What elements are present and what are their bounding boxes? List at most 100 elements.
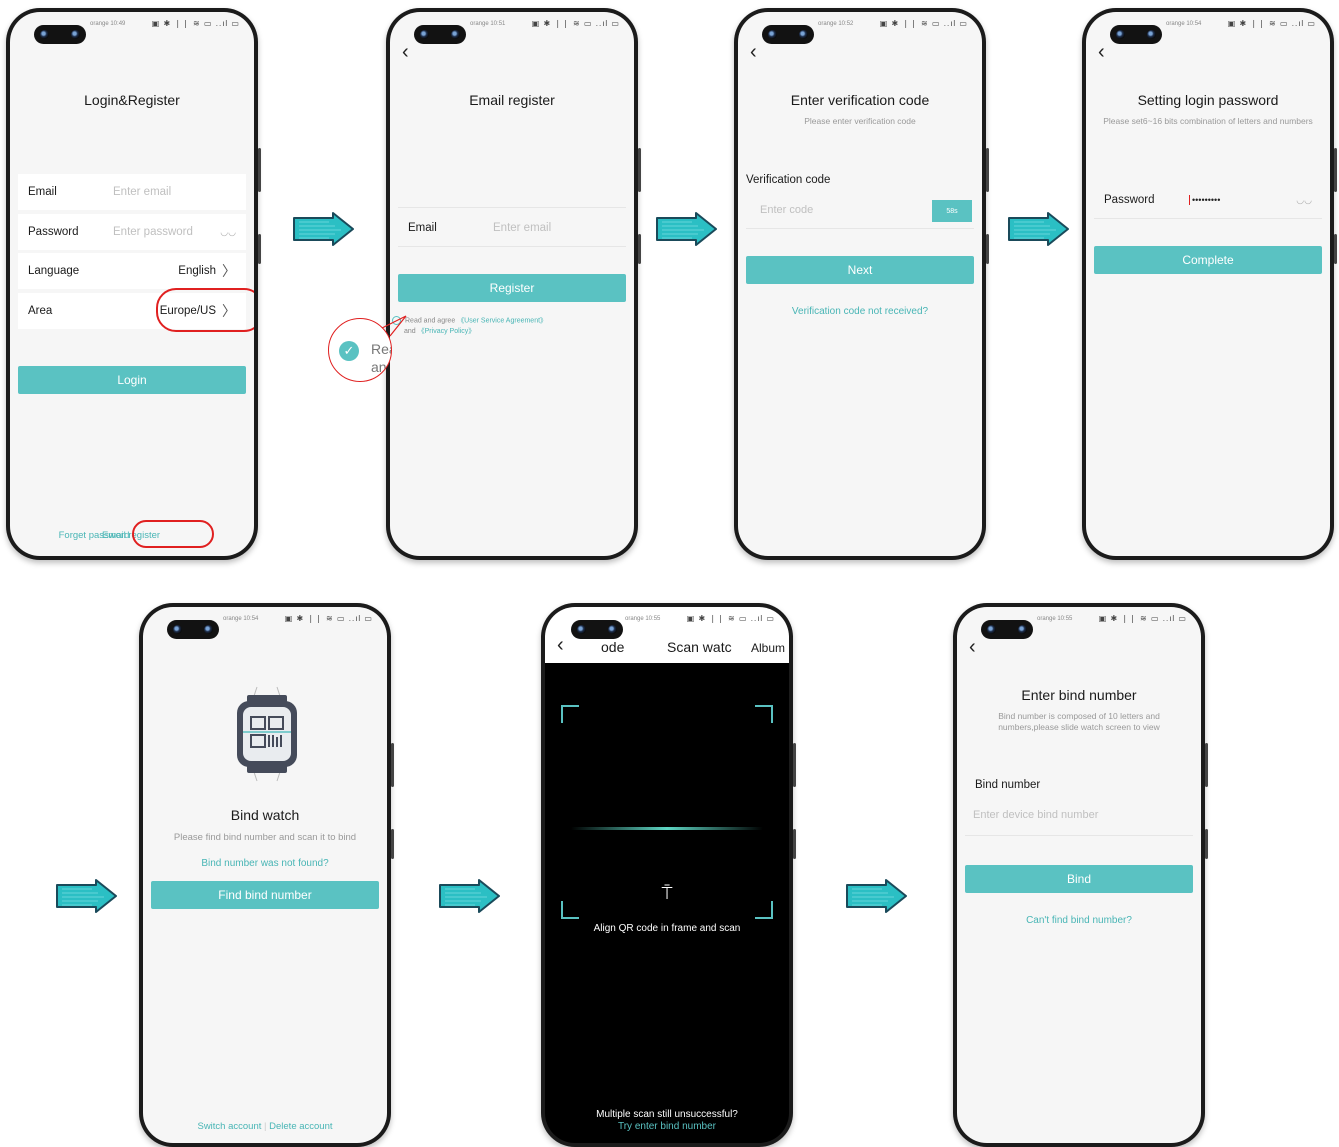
email-label: Email xyxy=(408,222,437,234)
status-carrier: orange 10:54 xyxy=(1166,21,1202,27)
status-icons: ▣ ✱ ❘❘ ≋ ▭ ..ıl ▭ xyxy=(1098,614,1187,623)
flow-arrow-icon xyxy=(1008,212,1069,246)
front-camera xyxy=(167,620,219,639)
watch-qr-icon xyxy=(237,686,297,782)
language-row[interactable]: Language English 〉 xyxy=(18,253,246,289)
frame-corner-top-right xyxy=(755,705,773,723)
login-button[interactable]: Login xyxy=(18,366,246,394)
status-carrier: orange 10:49 xyxy=(90,21,126,27)
scan-line xyxy=(571,827,763,830)
language-label: Language xyxy=(28,265,80,277)
album-button[interactable]: Album xyxy=(751,641,785,655)
status-icons: ▣ ✱ ❘❘ ≋ ▭ ..ıl ▭ xyxy=(531,19,620,28)
account-links: Switch account | Delete account xyxy=(143,1121,387,1132)
status-carrier: orange 10:55 xyxy=(1037,616,1073,622)
zoom-text-line2: an xyxy=(371,359,387,375)
eye-closed-icon[interactable]: ◡◡ xyxy=(220,227,236,238)
next-button[interactable]: Next xyxy=(746,256,974,284)
status-carrier: orange 10:51 xyxy=(470,21,506,27)
scan-unsuccessful-text: Multiple scan still unsuccessful? xyxy=(596,1109,738,1120)
language-value: English xyxy=(178,265,216,277)
email-row[interactable]: Email Enter email xyxy=(398,210,626,246)
eye-closed-icon[interactable]: ◡◡ xyxy=(1296,195,1312,206)
bind-number-not-found-link[interactable]: Bind number was not found? xyxy=(143,858,387,869)
front-camera xyxy=(981,620,1033,639)
back-arrow-icon[interactable]: ‹ xyxy=(1098,42,1105,62)
status-icons: ▣ ✱ ❘❘ ≋ ▭ ..ıl ▭ xyxy=(1227,19,1316,28)
password-label: Password xyxy=(1104,194,1155,206)
status-carrier: orange 10:52 xyxy=(818,21,854,27)
password-input[interactable]: ••••••••• xyxy=(1189,195,1292,205)
bind-button[interactable]: Bind xyxy=(965,865,1193,893)
phone-enter-bind: orange 10:55 ▣ ✱ ❘❘ ≋ ▭ ..ıl ▭ ‹ Enter b… xyxy=(953,603,1208,1147)
email-row[interactable]: Email Enter email xyxy=(18,174,246,210)
bind-number-label: Bind number xyxy=(975,779,1041,791)
front-camera xyxy=(414,25,466,44)
page-subtitle: Please enter verification code xyxy=(804,116,916,126)
divider xyxy=(398,246,626,247)
switch-account-link[interactable]: Switch account xyxy=(197,1121,261,1132)
complete-button[interactable]: Complete xyxy=(1094,246,1322,274)
password-label: Password xyxy=(28,226,79,238)
page-title: Enter verification code xyxy=(790,92,930,108)
phone-set-password: orange 10:54 ▣ ✱ ❘❘ ≋ ▭ ..ıl ▭ ‹ Setting… xyxy=(1082,8,1337,560)
flow-arrow-icon xyxy=(846,879,907,913)
back-arrow-icon[interactable]: ‹ xyxy=(750,42,757,62)
back-arrow-icon[interactable]: ‹ xyxy=(557,635,564,655)
email-input[interactable]: Enter email xyxy=(113,186,236,198)
back-arrow-icon[interactable]: ‹ xyxy=(402,42,409,62)
register-button[interactable]: Register xyxy=(398,274,626,302)
highlight-circle-area xyxy=(156,288,254,332)
password-row[interactable]: Password ••••••••• ◡◡ xyxy=(1094,182,1322,218)
screen-scan-watch: orange 10:55 ▣ ✱ ❘❘ ≋ ▭ ..ıl ▭ ‹ ode Sca… xyxy=(545,607,789,1143)
agreement-text: Read and agree 《User Service Agreement》 … xyxy=(392,316,547,338)
delete-account-link[interactable]: Delete account xyxy=(269,1121,332,1132)
scan-title: Scan watc xyxy=(667,639,732,655)
password-input[interactable]: Enter password xyxy=(113,226,216,238)
page-subtitle: Please set6~16 bits combination of lette… xyxy=(1103,116,1313,126)
front-camera xyxy=(34,25,86,44)
phone-login: orange 10:49 ▣ ✱ ❘❘ ≋ ▭ ..ıl ▭ Login&Reg… xyxy=(6,8,261,560)
flow-arrow-icon xyxy=(439,879,500,913)
flashlight-icon[interactable]: ⍑ xyxy=(545,883,789,904)
callout-pointer xyxy=(381,315,407,337)
page-title: Bind watch xyxy=(230,807,300,823)
divider xyxy=(1094,218,1322,219)
status-carrier: orange 10:55 xyxy=(625,616,661,622)
screen-bind-watch: orange 10:54 ▣ ✱ ❘❘ ≋ ▭ ..ıl ▭ Bind watc… xyxy=(143,607,387,1143)
page-subtitle: Bind number is composed of 10 letters an… xyxy=(998,711,1160,732)
cant-find-bind-number-link[interactable]: Can't find bind number? xyxy=(957,915,1201,926)
area-label: Area xyxy=(28,305,53,317)
flow-arrow-icon xyxy=(56,879,117,913)
code-not-received-link[interactable]: Verification code not received? xyxy=(738,306,982,317)
countdown-button[interactable]: 58s xyxy=(932,200,972,222)
back-arrow-icon[interactable]: ‹ xyxy=(969,637,976,657)
try-enter-bind-link[interactable]: Try enter bind number xyxy=(545,1121,789,1132)
screen-email-register: orange 10:51 ▣ ✱ ❘❘ ≋ ▭ ..ıl ▭ ‹ Email r… xyxy=(390,12,634,556)
status-icons: ▣ ✱ ❘❘ ≋ ▭ ..ıl ▭ xyxy=(686,614,775,623)
page-title: Enter bind number xyxy=(1021,687,1137,703)
front-camera xyxy=(1110,25,1162,44)
code-input[interactable]: Enter code xyxy=(760,204,813,216)
scan-header: orange 10:55 ▣ ✱ ❘❘ ≋ ▭ ..ıl ▭ ‹ ode Sca… xyxy=(545,607,789,663)
screen-login: orange 10:49 ▣ ✱ ❘❘ ≋ ▭ ..ıl ▭ Login&Reg… xyxy=(10,12,254,556)
phone-email-register: orange 10:51 ▣ ✱ ❘❘ ≋ ▭ ..ıl ▭ ‹ Email r… xyxy=(386,8,641,560)
divider xyxy=(398,207,626,208)
code-label: Verification code xyxy=(746,174,831,186)
phone-bind-watch: orange 10:54 ▣ ✱ ❘❘ ≋ ▭ ..ıl ▭ Bind watc… xyxy=(139,603,394,1147)
chevron-right-icon: 〉 xyxy=(222,263,236,279)
divider xyxy=(746,228,974,229)
page-title: Email register xyxy=(469,92,555,108)
page-title: Setting login password xyxy=(1137,92,1279,108)
email-input[interactable]: Enter email xyxy=(493,222,616,234)
find-bind-number-button[interactable]: Find bind number xyxy=(151,881,379,909)
align-instruction: Align QR code in frame and scan xyxy=(593,923,741,934)
phone-verification: orange 10:52 ▣ ✱ ❘❘ ≋ ▭ ..ıl ▭ ‹ Enter v… xyxy=(734,8,989,560)
status-icons: ▣ ✱ ❘❘ ≋ ▭ ..ıl ▭ xyxy=(151,19,240,28)
user-agreement-link[interactable]: 《User Service Agreement》 xyxy=(457,317,547,324)
password-row[interactable]: Password Enter password ◡◡ xyxy=(18,214,246,250)
bind-number-input[interactable]: Enter device bind number xyxy=(973,809,1098,821)
front-camera xyxy=(762,25,814,44)
frame-corner-top-left xyxy=(561,705,579,723)
privacy-policy-link[interactable]: 《Privacy Policy》 xyxy=(418,328,476,335)
